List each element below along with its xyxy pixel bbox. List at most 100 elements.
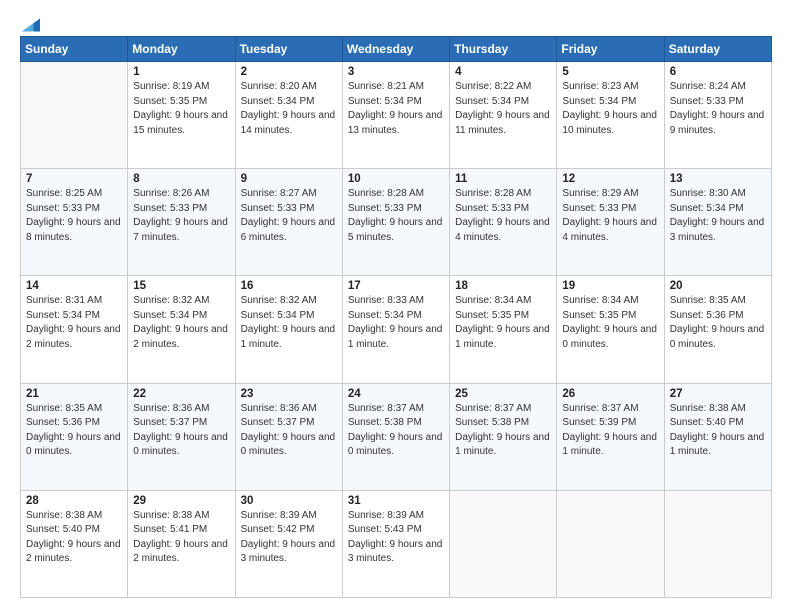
cell-info: Sunrise: 8:32 AMSunset: 5:34 PMDaylight:… <box>241 294 337 352</box>
cell-info: Sunrise: 8:34 AMSunset: 5:35 PMDaylight:… <box>455 294 551 352</box>
cell-info: Sunrise: 8:37 AMSunset: 5:39 PMDaylight:… <box>562 402 658 460</box>
day-number: 3 <box>348 66 444 78</box>
day-number: 13 <box>670 173 766 185</box>
day-number: 16 <box>241 280 337 292</box>
day-number: 9 <box>241 173 337 185</box>
cell-info: Sunrise: 8:32 AMSunset: 5:34 PMDaylight:… <box>133 294 229 352</box>
day-number: 2 <box>241 66 337 78</box>
day-number: 11 <box>455 173 551 185</box>
calendar-header: SundayMondayTuesdayWednesdayThursdayFrid… <box>21 37 772 62</box>
calendar-cell: 16 Sunrise: 8:32 AMSunset: 5:34 PMDayligh… <box>235 276 342 383</box>
calendar-cell: 5Sunrise: 8:23 AMSunset: 5:34 PMDaylight… <box>557 62 664 169</box>
day-number: 21 <box>26 388 122 400</box>
cell-info: Sunrise: 8:31 AMSunset: 5:34 PMDaylight:… <box>26 294 122 352</box>
calendar-cell: 15 Sunrise: 8:32 AMSunset: 5:34 PMDayligh… <box>128 276 235 383</box>
day-number: 27 <box>670 388 766 400</box>
calendar-cell: 12Sunrise: 8:29 AMSunset: 5:33 PMDayligh… <box>557 169 664 276</box>
cell-info: Sunrise: 8:38 AMSunset: 5:41 PMDaylight:… <box>133 509 229 567</box>
calendar-cell <box>557 490 664 597</box>
calendar-cell: 23 Sunrise: 8:36 AMSunset: 5:37 PMDayligh… <box>235 383 342 490</box>
header-row: SundayMondayTuesdayWednesdayThursdayFrid… <box>21 37 772 62</box>
day-number: 17 <box>348 280 444 292</box>
day-number: 6 <box>670 66 766 78</box>
day-number: 4 <box>455 66 551 78</box>
calendar-cell: 3 Sunrise: 8:21 AMSunset: 5:34 PMDaylight… <box>342 62 449 169</box>
week-row-4: 28 Sunrise: 8:38 AMSunset: 5:40 PMDayligh… <box>21 490 772 597</box>
cell-info: Sunrise: 8:30 AMSunset: 5:34 PMDaylight:… <box>670 187 766 245</box>
calendar-cell: 1 Sunrise: 8:19 AMSunset: 5:35 PMDaylight… <box>128 62 235 169</box>
calendar-cell: 24Sunrise: 8:37 AMSunset: 5:38 PMDayligh… <box>342 383 449 490</box>
week-row-0: 1 Sunrise: 8:19 AMSunset: 5:35 PMDaylight… <box>21 62 772 169</box>
day-number: 20 <box>670 280 766 292</box>
day-header-friday: Friday <box>557 37 664 62</box>
calendar-cell: 22 Sunrise: 8:36 AMSunset: 5:37 PMDayligh… <box>128 383 235 490</box>
header <box>20 18 772 28</box>
cell-info: Sunrise: 8:37 AMSunset: 5:38 PMDaylight:… <box>455 402 551 460</box>
day-number: 1 <box>133 66 229 78</box>
cell-info: Sunrise: 8:33 AMSunset: 5:34 PMDaylight:… <box>348 294 444 352</box>
day-number: 29 <box>133 495 229 507</box>
logo-icon <box>22 18 40 32</box>
day-number: 26 <box>562 388 658 400</box>
cell-info: Sunrise: 8:21 AMSunset: 5:34 PMDaylight:… <box>348 80 444 138</box>
page: SundayMondayTuesdayWednesdayThursdayFrid… <box>0 0 792 612</box>
calendar-cell: 13 Sunrise: 8:30 AMSunset: 5:34 PMDayligh… <box>664 169 771 276</box>
cell-info: Sunrise: 8:36 AMSunset: 5:37 PMDaylight:… <box>133 402 229 460</box>
calendar-cell <box>664 490 771 597</box>
day-number: 15 <box>133 280 229 292</box>
cell-info: Sunrise: 8:26 AMSunset: 5:33 PMDaylight:… <box>133 187 229 245</box>
day-header-sunday: Sunday <box>21 37 128 62</box>
calendar-cell: 18 Sunrise: 8:34 AMSunset: 5:35 PMDayligh… <box>450 276 557 383</box>
cell-info: Sunrise: 8:39 AMSunset: 5:43 PMDaylight:… <box>348 509 444 567</box>
calendar-cell <box>21 62 128 169</box>
logo <box>20 18 40 28</box>
cell-info: Sunrise: 8:28 AMSunset: 5:33 PMDaylight:… <box>348 187 444 245</box>
cell-info: Sunrise: 8:29 AMSunset: 5:33 PMDaylight:… <box>562 187 658 245</box>
week-row-3: 21Sunrise: 8:35 AMSunset: 5:36 PMDayligh… <box>21 383 772 490</box>
week-row-2: 14 Sunrise: 8:31 AMSunset: 5:34 PMDayligh… <box>21 276 772 383</box>
calendar-cell: 8 Sunrise: 8:26 AMSunset: 5:33 PMDaylight… <box>128 169 235 276</box>
cell-info: Sunrise: 8:38 AMSunset: 5:40 PMDaylight:… <box>26 509 122 567</box>
cell-info: Sunrise: 8:38 AMSunset: 5:40 PMDaylight:… <box>670 402 766 460</box>
day-number: 23 <box>241 388 337 400</box>
calendar-cell: 9 Sunrise: 8:27 AMSunset: 5:33 PMDaylight… <box>235 169 342 276</box>
calendar-cell: 17 Sunrise: 8:33 AMSunset: 5:34 PMDayligh… <box>342 276 449 383</box>
day-number: 14 <box>26 280 122 292</box>
day-number: 25 <box>455 388 551 400</box>
calendar-cell: 20Sunrise: 8:35 AMSunset: 5:36 PMDayligh… <box>664 276 771 383</box>
calendar-table: SundayMondayTuesdayWednesdayThursdayFrid… <box>20 36 772 598</box>
day-number: 8 <box>133 173 229 185</box>
cell-info: Sunrise: 8:19 AMSunset: 5:35 PMDaylight:… <box>133 80 229 138</box>
day-number: 19 <box>562 280 658 292</box>
calendar-cell: 10 Sunrise: 8:28 AMSunset: 5:33 PMDayligh… <box>342 169 449 276</box>
calendar-cell: 28 Sunrise: 8:38 AMSunset: 5:40 PMDayligh… <box>21 490 128 597</box>
calendar-cell: 7 Sunrise: 8:25 AMSunset: 5:33 PMDaylight… <box>21 169 128 276</box>
cell-info: Sunrise: 8:28 AMSunset: 5:33 PMDaylight:… <box>455 187 551 245</box>
calendar-cell: 26 Sunrise: 8:37 AMSunset: 5:39 PMDayligh… <box>557 383 664 490</box>
cell-info: Sunrise: 8:37 AMSunset: 5:38 PMDaylight:… <box>348 402 444 460</box>
day-number: 7 <box>26 173 122 185</box>
cell-info: Sunrise: 8:20 AMSunset: 5:34 PMDaylight:… <box>241 80 337 138</box>
cell-info: Sunrise: 8:24 AMSunset: 5:33 PMDaylight:… <box>670 80 766 138</box>
calendar-cell: 14 Sunrise: 8:31 AMSunset: 5:34 PMDayligh… <box>21 276 128 383</box>
day-number: 30 <box>241 495 337 507</box>
day-number: 18 <box>455 280 551 292</box>
cell-info: Sunrise: 8:22 AMSunset: 5:34 PMDaylight:… <box>455 80 551 138</box>
day-number: 22 <box>133 388 229 400</box>
cell-info: Sunrise: 8:36 AMSunset: 5:37 PMDaylight:… <box>241 402 337 460</box>
calendar-cell: 2 Sunrise: 8:20 AMSunset: 5:34 PMDaylight… <box>235 62 342 169</box>
week-row-1: 7 Sunrise: 8:25 AMSunset: 5:33 PMDaylight… <box>21 169 772 276</box>
calendar-cell: 29 Sunrise: 8:38 AMSunset: 5:41 PMDayligh… <box>128 490 235 597</box>
day-number: 10 <box>348 173 444 185</box>
cell-info: Sunrise: 8:25 AMSunset: 5:33 PMDaylight:… <box>26 187 122 245</box>
day-header-monday: Monday <box>128 37 235 62</box>
cell-info: Sunrise: 8:27 AMSunset: 5:33 PMDaylight:… <box>241 187 337 245</box>
calendar-cell: 11 Sunrise: 8:28 AMSunset: 5:33 PMDayligh… <box>450 169 557 276</box>
day-header-thursday: Thursday <box>450 37 557 62</box>
calendar-cell: 25 Sunrise: 8:37 AMSunset: 5:38 PMDayligh… <box>450 383 557 490</box>
day-number: 28 <box>26 495 122 507</box>
day-header-wednesday: Wednesday <box>342 37 449 62</box>
calendar-body: 1 Sunrise: 8:19 AMSunset: 5:35 PMDaylight… <box>21 62 772 598</box>
cell-info: Sunrise: 8:39 AMSunset: 5:42 PMDaylight:… <box>241 509 337 567</box>
day-number: 5 <box>562 66 658 78</box>
